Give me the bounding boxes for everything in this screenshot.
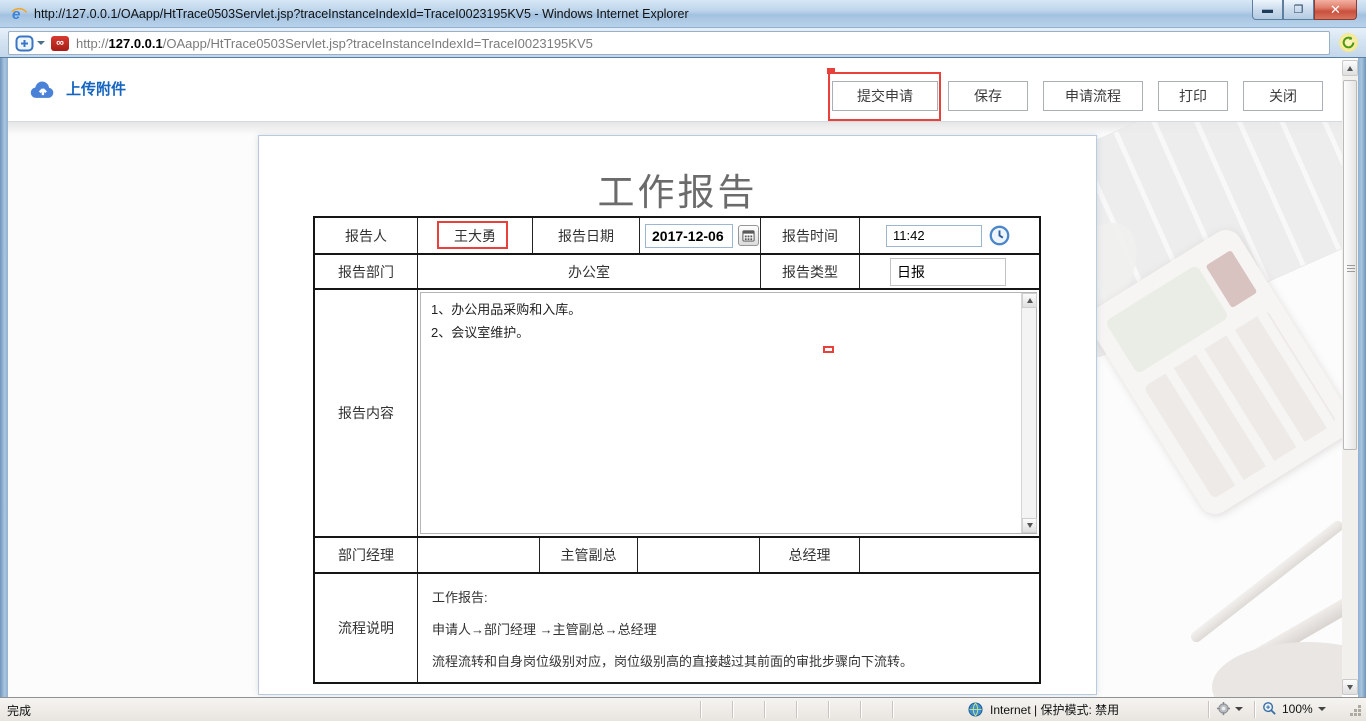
maximize-button[interactable]: ❐ — [1283, 0, 1314, 20]
row-content: 报告内容 1、办公用品采购和入库。 2、会议室维护。 — [315, 290, 1039, 538]
submit-application-button[interactable]: 提交申请 — [832, 81, 938, 111]
status-separator — [828, 701, 829, 718]
scrollbar-down-button[interactable] — [1342, 679, 1358, 695]
window-frame-right — [1358, 58, 1366, 697]
status-separator — [764, 701, 765, 718]
scrollbar-thumb[interactable] — [1343, 80, 1357, 450]
report-time-label: 报告时间 — [761, 218, 860, 253]
department-value: 办公室 — [418, 255, 761, 288]
status-network-text: Internet | 保护模式: 禁用 — [990, 701, 1119, 718]
flow-line-3: 流程流转和自身岗位级别对应，岗位级别高的直接越过其前面的审批步骤向下流转。 — [432, 651, 1025, 670]
resize-grip[interactable] — [1350, 713, 1353, 716]
calendar-icon — [742, 229, 755, 242]
scrollbar-up-button[interactable] — [1342, 60, 1358, 76]
browser-viewport: 上传附件 提交申请 保存 申请流程 打印 关闭 工作报告 — [8, 58, 1358, 697]
print-button[interactable]: 打印 — [1158, 81, 1228, 111]
status-done-text: 完成 — [7, 702, 31, 719]
status-separator — [1208, 701, 1209, 718]
vp-value — [638, 538, 760, 572]
flow-label: 流程说明 — [315, 574, 418, 682]
desk-photo-decoration — [1088, 122, 1342, 697]
close-page-button[interactable]: 关闭 — [1243, 81, 1323, 111]
report-date-input[interactable] — [645, 224, 733, 248]
status-separator — [860, 701, 861, 718]
close-window-button[interactable]: ✕ — [1314, 0, 1357, 20]
ie-logo-icon: e — [10, 5, 28, 23]
row-reporter: 报告人 王大勇 报告日期 — [315, 218, 1039, 255]
scroll-down-button[interactable] — [1022, 518, 1037, 533]
minimize-button[interactable]: ▬ — [1252, 0, 1283, 20]
report-date-label: 报告日期 — [533, 218, 640, 253]
magnifier-icon — [1262, 701, 1277, 716]
status-separator — [732, 701, 733, 718]
flow-line-1: 工作报告: — [432, 587, 1025, 606]
report-time-input[interactable] — [886, 225, 982, 247]
row-flow-description: 流程说明 工作报告: 申请人→部门经理 →主管副总→总经理 流程流转和自身岗位级… — [315, 574, 1039, 682]
save-button[interactable]: 保存 — [948, 81, 1028, 111]
window-frame-left — [0, 58, 8, 697]
caption-buttons: ▬ ❐ ✕ — [1252, 0, 1357, 20]
reporter-value: 王大勇 — [418, 218, 533, 253]
gm-value — [860, 538, 1039, 572]
status-bar: 完成 Internet | 保护模式: 禁用 100% — [0, 697, 1366, 721]
status-separator — [796, 701, 797, 718]
page-scrollbar[interactable] — [1342, 60, 1358, 695]
scroll-up-button[interactable] — [1022, 293, 1037, 308]
status-settings-zone[interactable] — [1216, 701, 1243, 716]
address-dropdown-caret[interactable] — [37, 41, 45, 45]
cloud-upload-icon — [28, 78, 58, 99]
zoom-caret-icon[interactable] — [1318, 707, 1326, 711]
zoom-level-text: 100% — [1282, 702, 1313, 716]
site-favicon: ∞ — [51, 36, 69, 51]
row-approvers: 部门经理 主管副总 总经理 — [315, 538, 1039, 574]
application-flow-button[interactable]: 申请流程 — [1043, 81, 1143, 111]
clock-icon[interactable] — [989, 225, 1010, 246]
add-favorite-icon[interactable] — [15, 35, 34, 52]
row-department: 报告部门 办公室 报告类型 — [315, 255, 1039, 290]
dept-manager-value — [418, 538, 540, 572]
calendar-picker-button[interactable] — [738, 225, 759, 246]
gear-shield-icon — [1216, 701, 1231, 716]
dish-decoration — [1212, 642, 1342, 697]
flow-line-2: 申请人→部门经理 →主管副总→总经理 — [432, 619, 1025, 638]
report-title: 工作报告 — [259, 162, 1096, 216]
textarea-scrollbar[interactable] — [1021, 293, 1036, 533]
window-title: http://127.0.0.1/OAapp/HtTrace0503Servle… — [34, 7, 689, 21]
globe-icon — [968, 702, 983, 717]
status-separator — [1254, 701, 1255, 718]
report-type-input[interactable] — [890, 258, 1006, 286]
status-separator — [892, 701, 893, 718]
report-type-cell — [860, 255, 1039, 288]
title-bar: e http://127.0.0.1/OAapp/HtTrace0503Serv… — [0, 0, 1366, 28]
department-label: 报告部门 — [315, 255, 418, 288]
report-date-cell — [640, 218, 761, 253]
dept-manager-label: 部门经理 — [315, 538, 418, 572]
vp-label: 主管副总 — [540, 538, 638, 572]
content-label: 报告内容 — [315, 290, 418, 536]
gm-label: 总经理 — [760, 538, 860, 572]
url-text: http://127.0.0.1/OAapp/HtTrace0503Servle… — [76, 36, 593, 51]
status-network-zone: Internet | 保护模式: 禁用 — [968, 701, 1119, 718]
report-content-text[interactable]: 1、办公用品采购和入库。 2、会议室维护。 — [421, 293, 1020, 533]
flow-description: 工作报告: 申请人→部门经理 →主管副总→总经理 流程流转和自身岗位级别对应，岗… — [418, 574, 1039, 682]
settings-caret-icon[interactable] — [1235, 707, 1243, 711]
report-page: 工作报告 报告人 王大勇 报告日期 — [258, 135, 1097, 695]
upload-attachment-label: 上传附件 — [66, 78, 126, 99]
reporter-label: 报告人 — [315, 218, 418, 253]
content-area: 工作报告 报告人 王大勇 报告日期 — [8, 122, 1342, 697]
page-toolbar: 上传附件 提交申请 保存 申请流程 打印 关闭 — [8, 58, 1342, 122]
address-input[interactable]: ∞ http://127.0.0.1/OAapp/HtTrace0503Serv… — [8, 31, 1330, 55]
report-time-cell — [860, 218, 1039, 253]
status-zoom-zone[interactable]: 100% — [1262, 701, 1326, 716]
address-bar-row: ∞ http://127.0.0.1/OAapp/HtTrace0503Serv… — [0, 28, 1366, 58]
report-type-label: 报告类型 — [761, 255, 860, 288]
report-content-textarea[interactable]: 1、办公用品采购和入库。 2、会议室维护。 — [420, 292, 1037, 534]
upload-attachment-link[interactable]: 上传附件 — [28, 78, 126, 99]
status-separator — [700, 701, 701, 718]
report-table: 报告人 王大勇 报告日期 — [313, 216, 1041, 684]
refresh-icon[interactable] — [1339, 33, 1358, 52]
